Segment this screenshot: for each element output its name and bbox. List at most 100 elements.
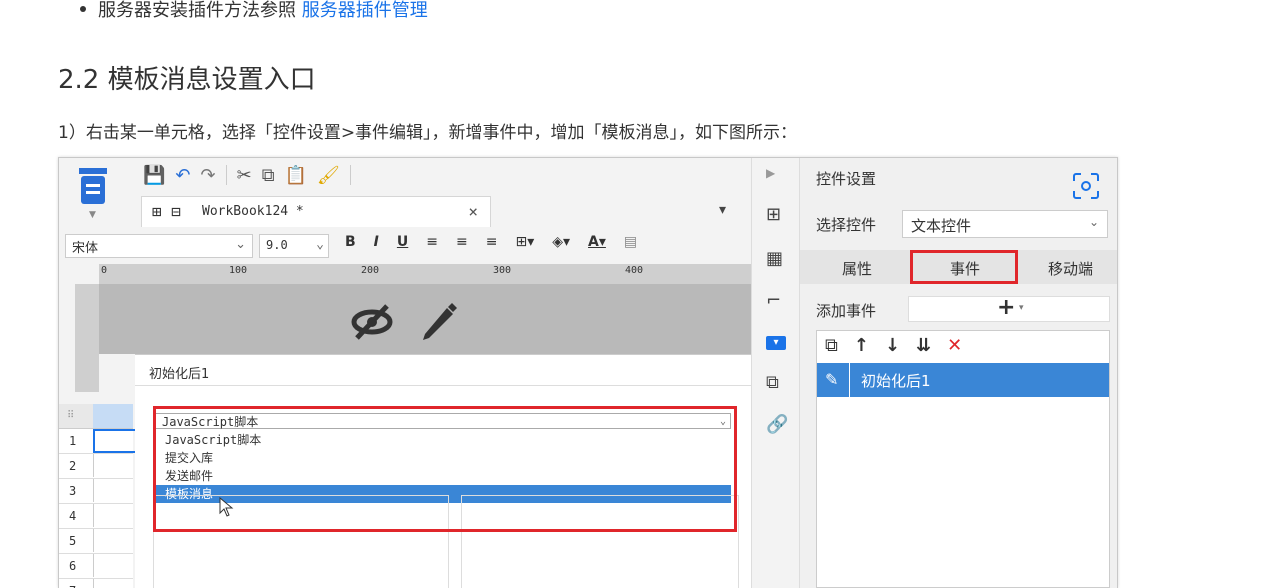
font-size-select[interactable]: 9.0 ⌄ [259, 234, 329, 258]
redo-icon[interactable]: ↷ [201, 165, 216, 186]
toolbar-divider [225, 165, 227, 185]
font-size-value: 9.0 [266, 238, 288, 252]
fill-color-icon[interactable]: ◈▾ [552, 234, 570, 250]
close-tab-icon[interactable]: × [468, 202, 478, 221]
column-header-selected[interactable] [93, 404, 133, 428]
widget-settings-icon[interactable]: ▾ [766, 336, 786, 350]
grid-corner: ⠿ [59, 404, 133, 429]
chevron-down-icon: ⌄ [316, 237, 324, 252]
align-center-icon[interactable]: ≡ [456, 234, 468, 250]
dialog-divider [135, 385, 751, 386]
cell[interactable] [93, 504, 134, 527]
sheet-mode-icon[interactable]: ⊞ ⊟ [152, 202, 181, 221]
row-number: 1 [69, 434, 77, 448]
section-heading: 2.2 模板消息设置入口 [58, 65, 316, 95]
bold-button[interactable]: B [345, 234, 356, 250]
app-logo-icon [79, 168, 107, 204]
row-number: 3 [69, 484, 77, 498]
font-color-icon[interactable]: A▾ [588, 234, 606, 250]
table-row[interactable]: 5 [59, 529, 133, 554]
float-element-icon[interactable]: ⌐ [766, 290, 781, 311]
bullet-dot [80, 6, 86, 12]
ruler-mark: 0 [101, 265, 108, 276]
designer-screenshot: ▼ 💾 ↶ ↷ ✂ ⧉ 📋 🖌 ⊞ ⊟ WorkBook124 * × ▾ 宋体… [58, 157, 1118, 588]
cell-attr-icon[interactable]: ⊞ [766, 204, 781, 225]
cut-icon[interactable]: ✂ [237, 165, 252, 186]
hyperlink-icon[interactable]: 🔗 [766, 414, 788, 435]
tab-menu-icon[interactable]: ▾ [719, 202, 726, 218]
row-number: 6 [69, 559, 77, 573]
event-list: ⧉ ↑ ↓ ⇊ ✕ ✎ 初始化后1 [816, 330, 1110, 588]
bullet-text: 服务器安装插件方法参照 [98, 0, 296, 21]
tab-properties[interactable]: 属性 [842, 258, 872, 279]
event-dialog-title: 初始化后1 [149, 367, 210, 382]
copy-event-icon[interactable]: ⧉ [825, 335, 838, 356]
format-brush-icon[interactable]: 🖌 [317, 165, 340, 186]
panel-title: 控件设置 [816, 170, 877, 188]
border-icon[interactable]: ⊞▾ [515, 234, 534, 250]
font-family-value: 宋体 [72, 241, 99, 256]
logo-dropdown-icon[interactable]: ▼ [89, 210, 96, 220]
delete-event-icon[interactable]: ✕ [947, 335, 962, 356]
highlight-box-event-tab [910, 250, 1018, 284]
row-number: 5 [69, 534, 77, 548]
server-plugin-link[interactable]: 服务器插件管理 [302, 0, 428, 21]
side-icon-strip: ▶ ⊞ ▦ ⌐ ▾ ⧉ 🔗 [751, 158, 800, 588]
widget-settings-panel: 控件设置 选择控件 文本控件 ⌄ 属性 事件 移动端 添加事件 + ▾ ⧉ ↑ … [799, 158, 1117, 588]
workbook-tab[interactable]: ⊞ ⊟ WorkBook124 * × [141, 196, 491, 227]
font-family-select[interactable]: 宋体 ⌄ [65, 234, 253, 258]
table-row[interactable]: 3 [59, 479, 133, 504]
move-down-icon[interactable]: ↓ [885, 335, 900, 356]
event-item-label: 初始化后1 [861, 372, 931, 390]
add-event-button[interactable]: + ▾ [908, 295, 1110, 322]
text-style-buttons: B I U ≡ ≡ ≡ ⊞▾ ◈▾ A▾ ▤ [345, 234, 637, 250]
instruction-paragraph: 1）右击某一单元格，选择「控件设置>事件编辑」，新增事件中，增加「模板消息」，如… [58, 123, 798, 143]
cell[interactable] [93, 479, 134, 502]
row-number: 4 [69, 509, 77, 523]
cell[interactable] [93, 454, 134, 477]
scan-icon[interactable] [1072, 172, 1100, 200]
cell[interactable] [93, 554, 134, 577]
underline-button[interactable]: U [397, 234, 408, 250]
align-left-icon[interactable]: ≡ [426, 234, 438, 250]
vertical-ruler [75, 284, 99, 392]
list-item[interactable]: ✎ 初始化后1 [817, 363, 1109, 397]
row-number: 7 [69, 584, 76, 588]
tab-mobile[interactable]: 移动端 [1048, 258, 1093, 279]
bullet-item: 服务器安装插件方法参照 服务器插件管理 [80, 0, 428, 22]
selected-cell[interactable] [93, 429, 137, 453]
cell[interactable] [93, 529, 134, 552]
more-format-icon[interactable]: ▤ [624, 234, 637, 250]
condition-attr-icon[interactable]: ⧉ [766, 372, 779, 393]
ruler-mark: 200 [361, 265, 380, 276]
cell-element-icon[interactable]: ▦ [766, 248, 783, 269]
paste-icon[interactable]: 📋 [285, 165, 307, 186]
main-toolbar: 💾 ↶ ↷ ✂ ⧉ 📋 🖌 [143, 162, 351, 188]
table-row[interactable]: 1 [59, 429, 137, 454]
event-list-toolbar: ⧉ ↑ ↓ ⇊ ✕ [825, 335, 962, 356]
add-event-label: 添加事件 [816, 302, 877, 320]
undo-icon[interactable]: ↶ [175, 165, 190, 186]
table-row[interactable]: 2 [59, 454, 133, 479]
table-row[interactable]: 4 [59, 504, 133, 529]
mouse-cursor-icon [219, 497, 234, 517]
edit-pencil-icon[interactable]: ✎ [825, 370, 838, 389]
horizontal-ruler: 0 100 200 300 400 [99, 264, 751, 285]
chevron-down-icon: ⌄ [235, 237, 246, 252]
row-number: 2 [69, 459, 77, 473]
align-right-icon[interactable]: ≡ [486, 234, 498, 250]
save-icon[interactable]: 💾 [143, 165, 165, 186]
ruler-mark: 400 [625, 265, 644, 276]
italic-button[interactable]: I [374, 234, 379, 250]
copy-icon[interactable]: ⧉ [262, 165, 275, 186]
highlight-box-dropdown [153, 406, 737, 532]
hide-eye-icon [351, 304, 393, 340]
move-up-icon[interactable]: ↑ [854, 335, 869, 356]
widget-type-select[interactable]: 文本控件 ⌄ [902, 210, 1108, 238]
item-divider [849, 363, 850, 397]
table-row[interactable]: 6 [59, 554, 133, 579]
format-toolbar: 宋体 ⌄ 9.0 ⌄ B I U ≡ ≡ ≡ ⊞▾ ◈▾ A▾ ▤ [65, 232, 749, 258]
widget-type-value: 文本控件 [911, 217, 972, 235]
collapse-arrow-icon[interactable]: ▶ [766, 166, 775, 180]
move-bottom-icon[interactable]: ⇊ [916, 335, 931, 356]
